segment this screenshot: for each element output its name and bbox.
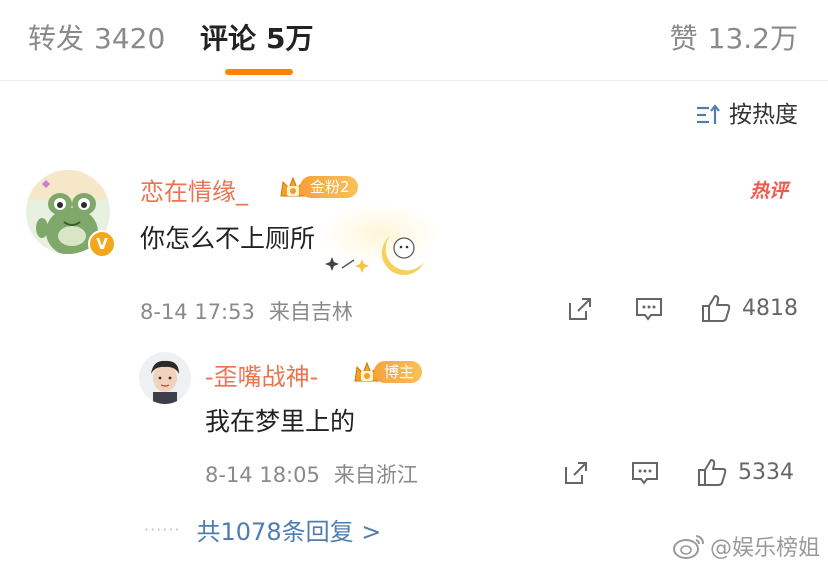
fan-badge-label: 金粉2 — [300, 176, 358, 198]
tab-likes-label: 赞 — [669, 22, 698, 55]
dots-separator: ······ — [144, 520, 181, 539]
like-count: 4818 — [742, 295, 798, 321]
reply-username[interactable]: -歪嘴战神- — [205, 357, 318, 392]
sort-label: 按热度 — [729, 102, 798, 128]
comment-icon[interactable] — [634, 295, 664, 323]
tab-bar: 转发 3420 评论 5万 赞 13.2万 — [0, 0, 828, 81]
weibo-logo-icon — [672, 535, 704, 559]
sort-icon — [697, 104, 720, 124]
reply-meta: 8-14 18:05 来自浙江 — [205, 459, 418, 489]
hot-comment-tag: 热评 — [749, 180, 788, 202]
share-icon[interactable] — [562, 459, 590, 487]
tab-likes[interactable]: 赞 13.2万 — [670, 20, 798, 58]
thumbs-up-icon — [698, 459, 727, 486]
tab-comments[interactable]: 评论 5万 — [200, 20, 314, 58]
active-tab-indicator — [225, 69, 293, 75]
reply-like-button[interactable]: 5334 — [696, 456, 794, 488]
reply-avatar-image — [139, 352, 191, 404]
author-badge-label: 博主 — [374, 361, 423, 383]
tab-forward-label: 转发 — [28, 22, 85, 55]
comment-username[interactable]: 恋在情缘_ — [140, 172, 248, 207]
comment-location: 来自吉林 — [268, 300, 353, 324]
comment-time: 8-14 17:53 — [140, 300, 255, 324]
tab-comments-label: 评论 — [200, 22, 257, 55]
more-replies-link[interactable]: ······ 共1078条回复 > — [144, 512, 381, 547]
reply-location: 来自浙江 — [333, 463, 418, 487]
reply-avatar[interactable] — [139, 352, 191, 404]
share-icon[interactable] — [566, 295, 594, 323]
watermark-text: @娱乐榜姐 — [709, 536, 820, 561]
comment-text: 你怎么不上厕所 — [140, 224, 316, 253]
sort-button[interactable]: 按热度 — [695, 98, 798, 132]
watermark: @娱乐榜姐 — [672, 530, 820, 562]
more-replies-label: 共1078条回复 > — [196, 518, 382, 546]
tab-likes-count: 13.2万 — [707, 22, 798, 55]
reply-like-count: 5334 — [738, 459, 794, 485]
tab-forward[interactable]: 转发 3420 — [28, 20, 165, 58]
thumbs-up-icon — [702, 295, 731, 322]
tab-forward-count: 3420 — [94, 22, 166, 55]
moon-sticker — [320, 204, 440, 276]
tab-comments-count: 5万 — [266, 22, 314, 55]
comment-icon[interactable] — [630, 459, 660, 487]
fan-badge[interactable]: 金粉2 — [278, 174, 358, 200]
verified-icon: V — [88, 230, 116, 258]
reply-time: 8-14 18:05 — [205, 463, 320, 487]
avatar[interactable]: V — [26, 170, 116, 258]
author-badge[interactable]: 博主 — [352, 359, 423, 385]
comment-meta: 8-14 17:53 来自吉林 — [140, 296, 353, 326]
reply-text: 我在梦里上的 — [205, 407, 356, 436]
like-button[interactable]: 4818 — [700, 292, 798, 324]
